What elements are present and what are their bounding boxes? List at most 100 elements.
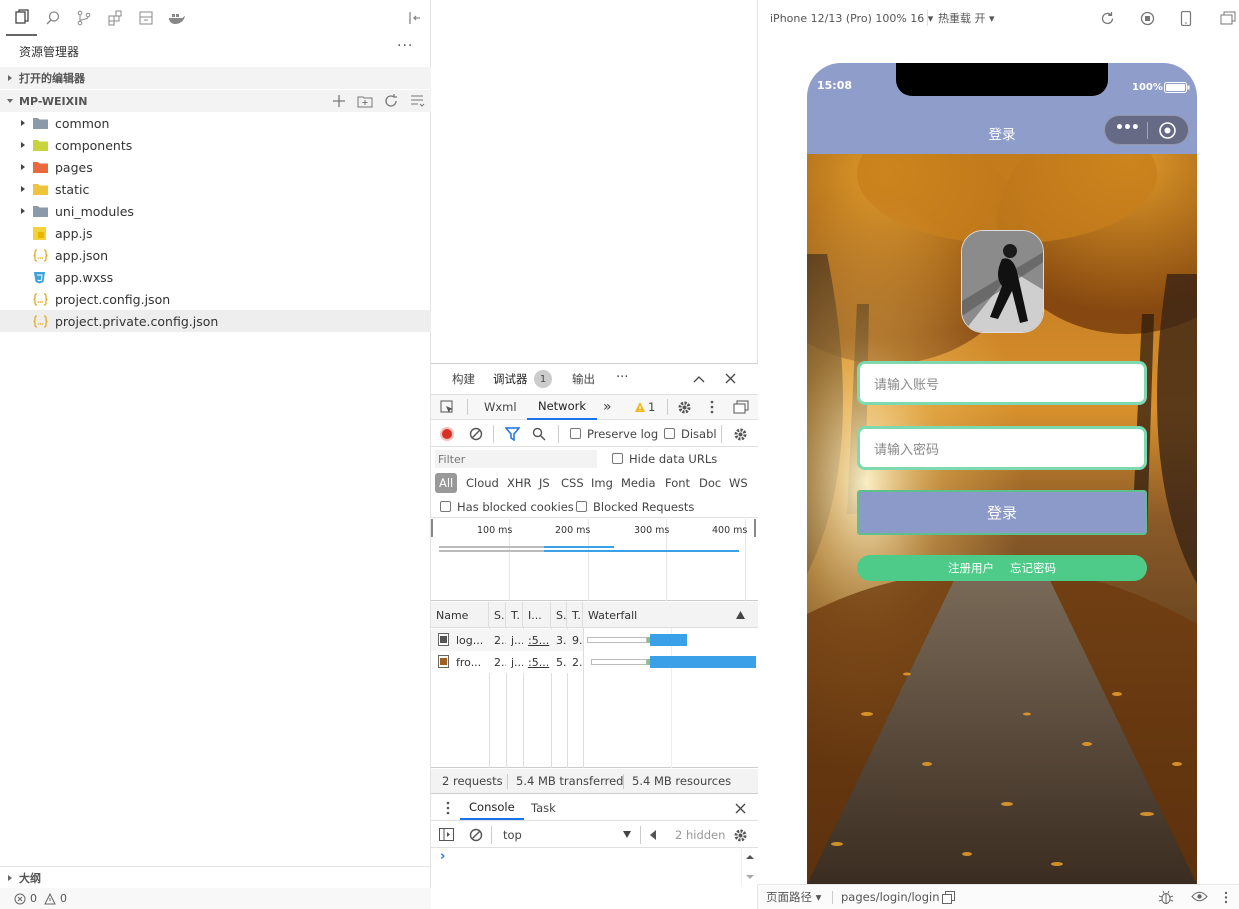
column-name[interactable]: Name — [431, 602, 489, 628]
page-path-select[interactable]: 页面路径 ▾ — [766, 889, 821, 905]
file-item[interactable]: app.wxss — [0, 266, 431, 288]
tab-network[interactable]: Network — [527, 395, 598, 420]
folder-item[interactable]: pages — [0, 156, 431, 178]
console-input-area[interactable]: › — [431, 849, 758, 885]
source-control-icon[interactable] — [68, 0, 99, 36]
more-menu-button[interactable]: ••• — [1115, 120, 1140, 136]
column-waterfall[interactable]: Waterfall — [583, 602, 758, 628]
type-filter-media[interactable]: Media — [621, 476, 656, 490]
console-settings-icon[interactable] — [733, 828, 748, 843]
request-name[interactable]: fro... — [451, 651, 489, 673]
disable-cache-checkbox[interactable] — [664, 428, 675, 439]
eye-icon[interactable] — [1191, 891, 1208, 902]
folder-item[interactable]: uni_modules — [0, 200, 431, 222]
close-icon[interactable] — [725, 373, 736, 384]
more-tabs-button[interactable]: » — [603, 399, 612, 415]
collapse-all-icon[interactable] — [409, 93, 425, 109]
chevron-left-icon[interactable] — [650, 830, 656, 840]
extensions-icon[interactable] — [99, 0, 130, 36]
file-item[interactable]: app.js — [0, 222, 431, 244]
docker-icon[interactable] — [161, 0, 192, 36]
problems-status[interactable]: 0 0 — [0, 888, 431, 909]
file-item[interactable]: app.json — [0, 244, 431, 266]
popout-icon[interactable] — [1220, 11, 1236, 26]
search-icon[interactable] — [532, 427, 546, 441]
new-folder-icon[interactable] — [357, 93, 373, 109]
devtools-more-button[interactable]: ··· — [616, 370, 628, 385]
type-filter-ws[interactable]: WS — [729, 476, 748, 490]
request-initiator[interactable]: :5... — [523, 651, 551, 673]
account-input[interactable]: 请输入账号 — [857, 361, 1147, 405]
debug-bug-icon[interactable] — [1158, 890, 1174, 905]
type-filter-cloud[interactable]: Cloud — [466, 476, 499, 490]
tab-wxml[interactable]: Wxml — [484, 400, 517, 414]
undock-icon[interactable] — [733, 400, 749, 414]
close-drawer-icon[interactable] — [735, 803, 746, 814]
login-button[interactable]: 登录 — [857, 490, 1147, 535]
open-editors-section[interactable]: 打开的编辑器 — [0, 67, 431, 89]
explorer-icon[interactable] — [6, 0, 37, 36]
record-icon[interactable] — [440, 427, 454, 441]
file-item[interactable]: project.config.json — [0, 288, 431, 310]
chevron-up-icon[interactable] — [693, 374, 705, 384]
sort-up-icon[interactable] — [736, 611, 745, 619]
folder-item[interactable]: components — [0, 134, 431, 156]
type-filter-font[interactable]: Font — [665, 476, 690, 490]
tab-debugger[interactable]: 调试器 — [493, 371, 528, 387]
stop-icon[interactable] — [1140, 11, 1155, 26]
tab-task[interactable]: Task — [531, 801, 556, 815]
explorer-more-button[interactable]: ··· — [397, 38, 413, 54]
network-overview[interactable]: 100 ms 200 ms 300 ms 400 ms — [431, 519, 758, 601]
storage-icon[interactable] — [130, 0, 161, 36]
copy-icon[interactable] — [942, 891, 955, 904]
type-filter-img[interactable]: Img — [591, 476, 613, 490]
device-select[interactable]: iPhone 12/13 (Pro) 100% 16 ▾ — [770, 12, 933, 25]
register-link[interactable]: 注册用户 — [948, 560, 994, 576]
close-miniprogram-icon[interactable] — [1158, 121, 1177, 140]
kebab-menu-icon[interactable] — [710, 400, 714, 414]
warning-count[interactable]: 1 — [648, 400, 655, 414]
forgot-password-link[interactable]: 忘记密码 — [1010, 560, 1056, 576]
type-filter-xhr[interactable]: XHR — [507, 476, 532, 490]
type-filter-doc[interactable]: Doc — [699, 476, 721, 490]
type-filter-all[interactable]: All — [435, 473, 458, 493]
project-section[interactable]: MP-WEIXIN — [0, 90, 431, 112]
filter-input[interactable] — [435, 450, 597, 468]
settings-gear-icon[interactable] — [677, 400, 692, 415]
more-options-icon[interactable] — [1224, 891, 1228, 904]
request-name[interactable]: log... — [451, 629, 489, 651]
folder-item[interactable]: common — [0, 112, 431, 134]
column-initiator[interactable]: I... — [523, 602, 551, 628]
preserve-log-checkbox[interactable] — [570, 428, 581, 439]
clear-console-icon[interactable] — [469, 828, 483, 842]
new-file-icon[interactable] — [331, 93, 347, 109]
dropdown-icon[interactable] — [623, 831, 631, 838]
blocked-requests-checkbox[interactable] — [576, 501, 587, 512]
tab-output[interactable]: 输出 — [572, 371, 595, 387]
tab-console[interactable]: Console — [460, 795, 524, 820]
column-size[interactable]: S. — [551, 602, 567, 628]
search-icon[interactable] — [37, 0, 68, 36]
clear-icon[interactable] — [469, 427, 483, 441]
has-blocked-cookies-checkbox[interactable] — [440, 501, 451, 512]
sidebar-toggle-icon[interactable] — [439, 828, 454, 841]
column-time[interactable]: T. — [567, 602, 583, 628]
outline-section[interactable]: 大纲 — [0, 866, 431, 888]
context-select[interactable]: top — [503, 828, 522, 842]
folder-item[interactable]: static — [0, 178, 431, 200]
refresh-icon[interactable] — [383, 93, 399, 109]
drawer-menu-icon[interactable] — [446, 801, 450, 815]
tab-build[interactable]: 构建 — [452, 371, 475, 387]
request-initiator[interactable]: :5... — [523, 629, 551, 651]
console-scrollbar[interactable] — [741, 849, 758, 885]
password-input[interactable]: 请输入密码 — [857, 426, 1147, 470]
type-filter-js[interactable]: JS — [539, 476, 550, 490]
inspect-element-icon[interactable] — [440, 400, 455, 415]
column-type[interactable]: T. — [506, 602, 523, 628]
split-panel-icon[interactable] — [407, 10, 423, 26]
filter-icon[interactable] — [505, 427, 520, 441]
phone-icon[interactable] — [1180, 11, 1192, 26]
hide-data-urls-checkbox[interactable] — [612, 453, 623, 464]
column-status[interactable]: S. — [489, 602, 506, 628]
type-filter-css[interactable]: CSS — [561, 476, 584, 490]
